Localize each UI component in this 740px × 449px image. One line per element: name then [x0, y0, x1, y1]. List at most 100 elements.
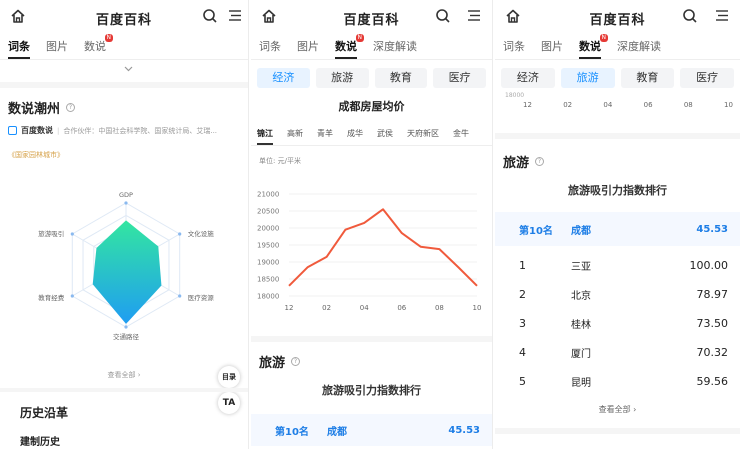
tag-row: 《国家园林城市》 — [0, 136, 248, 160]
x-tick-label: 02 — [322, 304, 331, 312]
rank-cell: 2 — [519, 287, 526, 301]
value-cell: 73.50 — [696, 316, 729, 330]
tab-data-talk-label: 数说 — [84, 40, 106, 53]
value-cell: 45.53 — [448, 424, 480, 436]
help-icon[interactable]: ? — [291, 357, 301, 366]
panel-data-talk-chaozhou: 百度百科 词条 图片 数说 N 数说潮州 ? 百度数说 | 合作伙伴：中国社会科学… — [0, 0, 249, 449]
district-tab[interactable]: 成华 — [347, 128, 363, 145]
tab-entry[interactable]: 词条 — [8, 34, 30, 59]
rank-row[interactable]: 4 厦门 70.32 — [495, 341, 740, 363]
tab-deep-read[interactable]: 深度解读 — [617, 34, 661, 59]
tab-bar: 词条 图片 数说 N 深度解读 — [495, 34, 740, 60]
y-tick-label: 21000 — [257, 191, 279, 199]
tag-left-mark: 《 — [8, 151, 15, 159]
tab-data-talk[interactable]: 数说 N — [335, 34, 364, 59]
district-tab[interactable]: 青羊 — [317, 128, 333, 145]
expand-row — [0, 60, 248, 82]
rank-title: 旅游吸引力指数排行 — [322, 384, 421, 397]
translate-icon[interactable]: TA — [218, 392, 240, 414]
menu-icon[interactable] — [228, 9, 242, 22]
chevron-down-icon[interactable] — [124, 66, 133, 72]
district-tab[interactable]: 锦江 — [257, 128, 273, 145]
rank-row[interactable]: 5 昆明 59.56 — [495, 370, 740, 392]
history-title: 历史沿革 — [20, 406, 69, 420]
panel-tourism-ranking: 百度百科 词条 图片 数说 N 深度解读 经济 旅游 教育 医疗 18000 12… — [495, 0, 740, 449]
menu-icon[interactable] — [715, 9, 729, 22]
panel-house-price: 百度百科 词条 图片 数说 N 深度解读 经济 旅游 教育 医疗 成都房屋均价 锦… — [251, 0, 493, 449]
rank-cell: 5 — [519, 374, 526, 388]
rank-row[interactable]: 1 三亚 100.00 — [495, 254, 740, 276]
chip-education[interactable]: 教育 — [620, 68, 675, 88]
tourism-header: 旅游 ? — [251, 352, 308, 371]
value-cell: 78.97 — [696, 287, 729, 301]
highlight-rank-row[interactable]: 第10名 成都 45.53 — [495, 212, 740, 246]
city-cell: 厦门 — [571, 348, 591, 360]
x-tick-label: 10 — [473, 304, 482, 312]
tab-bar: 词条 图片 数说 N 深度解读 — [251, 34, 492, 60]
rank-title: 旅游吸引力指数排行 — [568, 184, 667, 197]
chip-education[interactable]: 教育 — [374, 68, 428, 88]
section-divider — [251, 336, 492, 342]
search-icon[interactable] — [682, 8, 698, 24]
tab-deep-read[interactable]: 深度解读 — [373, 34, 417, 59]
chip-economy[interactable]: 经济 — [501, 68, 555, 88]
search-icon[interactable] — [435, 8, 451, 24]
x-tick-label: 04 — [360, 304, 369, 312]
radar-chart: GDP 文化设施医疗资源交通路径 教育经费 旅游吸引 — [38, 191, 214, 341]
tab-images[interactable]: 图片 — [46, 34, 68, 59]
axis-cut-y-label: 18000 — [505, 92, 525, 99]
view-all-link[interactable]: 查看全部 › — [495, 404, 740, 415]
value-cell: 70.32 — [696, 345, 729, 359]
tab-data-talk[interactable]: 数说 N — [579, 34, 608, 59]
chip-economy[interactable]: 经济 — [257, 68, 310, 88]
tab-images[interactable]: 图片 — [297, 34, 319, 59]
catalog-button[interactable]: 目录 — [218, 366, 240, 388]
value-cell: 45.53 — [696, 223, 728, 235]
search-icon[interactable] — [202, 8, 218, 24]
price-series-line — [288, 208, 478, 287]
chip-medical[interactable]: 医疗 — [433, 68, 486, 88]
menu-icon[interactable] — [467, 9, 481, 22]
rank-row[interactable]: 2 北京 78.97 — [495, 283, 740, 305]
tab-data-talk-label: 数说 — [335, 40, 357, 53]
x-tick: 06 — [643, 101, 653, 109]
source-row: 百度数说 | 合作伙伴：中国社会科学院、国家统计局、艾瑞... — [0, 117, 248, 136]
section-header: 数说潮州 ? — [0, 98, 248, 117]
source-separator: | — [57, 126, 60, 135]
rank-row[interactable]: 3 桂林 73.50 — [495, 312, 740, 334]
section-divider — [0, 388, 248, 392]
x-tick: 02 — [563, 101, 573, 109]
district-tab[interactable]: 高新 — [287, 128, 303, 145]
radar-label: 旅游吸引 — [38, 229, 64, 238]
rank-cell: 第10名 — [275, 426, 309, 438]
y-tick-label: 18500 — [257, 276, 279, 284]
district-tabs: 锦江 高新 青羊 成华 武侯 天府新区 金牛 — [251, 114, 492, 146]
help-icon[interactable]: ? — [535, 157, 545, 166]
tab-entry[interactable]: 词条 — [259, 34, 281, 59]
chip-tourism[interactable]: 旅游 — [315, 68, 369, 88]
top-bar: 百度百科 — [251, 0, 492, 34]
highlight-rank-row[interactable]: 第10名 成都 45.53 — [251, 414, 492, 446]
district-tab[interactable]: 武侯 — [377, 128, 393, 145]
tab-images[interactable]: 图片 — [541, 34, 563, 59]
help-icon[interactable]: ? — [66, 103, 76, 112]
district-tab[interactable]: 天府新区 — [407, 128, 439, 145]
x-tick: 12 — [523, 101, 532, 109]
value-cell: 100.00 — [689, 258, 729, 272]
radar-vertex-dot — [124, 201, 128, 205]
radar-label: 交通路径 — [113, 332, 140, 341]
tourism-title: 旅游 — [259, 356, 286, 371]
tab-data-talk[interactable]: 数说 N — [84, 34, 113, 59]
district-tab[interactable]: 金牛 — [453, 128, 469, 145]
chip-tourism[interactable]: 旅游 — [560, 68, 615, 88]
top-bar: 百度百科 — [495, 0, 740, 34]
radar-vertex-dot — [124, 325, 128, 329]
x-tick: 10 — [724, 101, 733, 109]
city-tag: 国家园林城市 — [15, 151, 57, 159]
section-divider — [495, 428, 740, 434]
new-badge: N — [104, 34, 113, 42]
category-chips: 经济 旅游 教育 医疗 — [251, 60, 492, 96]
view-all-link[interactable]: 查看全部 › — [0, 370, 248, 380]
tab-entry[interactable]: 词条 — [503, 34, 525, 59]
chip-medical[interactable]: 医疗 — [680, 68, 734, 88]
